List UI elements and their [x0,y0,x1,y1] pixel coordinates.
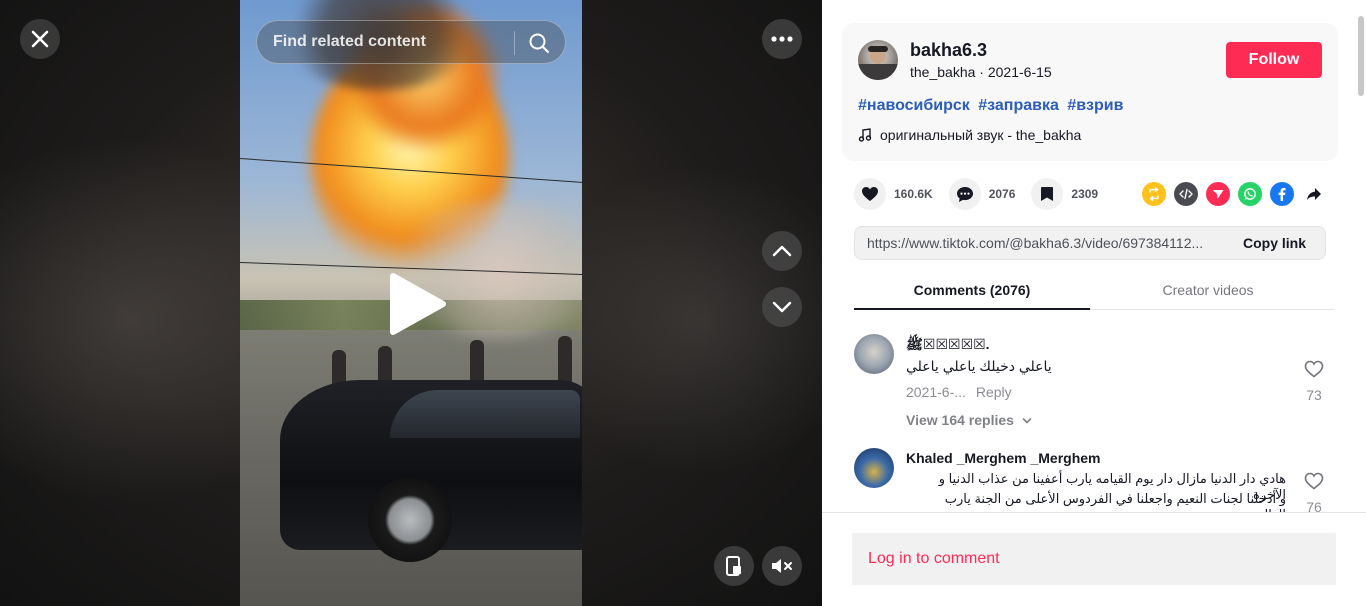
more-options-button[interactable] [762,19,802,59]
comment-icon [956,186,973,202]
music-note-icon [858,128,872,142]
video-stage [0,0,822,606]
repost-button[interactable] [1142,182,1166,206]
commenter-avatar[interactable] [854,334,894,374]
subline-separator: · [975,64,988,80]
chevron-down-icon [772,301,792,313]
tab-comments[interactable]: Comments (2076) [854,270,1090,310]
heart-outline-icon [1304,360,1324,378]
search-divider [514,31,515,55]
mute-button[interactable] [762,546,802,586]
comment-date: 2021-6-... [906,384,966,400]
embed-icon [1179,188,1193,200]
view-replies-button[interactable]: View 164 replies [906,412,1032,428]
hashtag-link[interactable]: #навосибирск [858,97,970,114]
copy-link-button[interactable]: Copy link [1243,235,1306,251]
follow-button[interactable]: Follow [1226,42,1322,78]
details-panel: bakha6.3 the_bakha · 2021-6-15 Follow #н… [822,0,1366,606]
share-arrow-icon [1307,188,1321,200]
comment-text: ياعلي دخيلك ياعلي ياعلي [906,358,1052,374]
floating-player-icon [726,556,741,576]
like-icon-wrap [854,178,886,210]
author-username[interactable]: bakha6.3 [910,40,987,61]
comment-count: 2076 [988,187,1016,201]
send-to-friends-button[interactable] [1206,182,1230,206]
commenter-name[interactable]: ﷺ⁩☒☒☒☒☒. [906,336,990,356]
close-icon [31,30,49,48]
comment-like[interactable]: 76 [1302,472,1326,512]
favorite-button[interactable]: 2309 [1031,178,1098,210]
commenter-name[interactable]: Khaled _Merghem _Merghem [906,450,1101,466]
panel-tabs: Comments (2076) Creator videos [854,270,1334,310]
facebook-icon [1278,188,1286,201]
facebook-share-button[interactable] [1270,182,1294,206]
running-person [558,336,572,386]
engagement-bar: 160.6K 2076 2309 [854,176,1114,212]
view-replies-label: View 164 replies [906,412,1014,428]
video-info-card: bakha6.3 the_bakha · 2021-6-15 Follow #н… [842,23,1338,161]
search-icon [529,33,549,53]
share-buttons [1142,182,1326,206]
avatar-image [858,46,898,80]
search-input[interactable] [273,33,503,51]
whatsapp-share-button[interactable] [1238,182,1262,206]
reply-button[interactable]: Reply [976,384,1012,400]
like-button[interactable]: 160.6K [854,178,933,210]
car-wheel [368,478,452,562]
picture-in-picture-button[interactable] [714,546,754,586]
video-link-box: https://www.tiktok.com/@bakha6.3/video/6… [854,226,1326,260]
heart-icon [862,187,878,201]
comment-icon-wrap [948,178,981,210]
save-count: 2309 [1071,187,1099,201]
close-button[interactable] [20,19,60,59]
heart-outline-icon [1304,472,1324,490]
music-title: оригинальный звук - the_bakha [880,127,1082,143]
comment-button[interactable]: 2076 [948,178,1016,210]
comment-item: ﷺ⁩☒☒☒☒☒. ياعلي دخيلك ياعلي ياعلي 2021-6-… [854,334,1334,434]
author-avatar[interactable] [858,40,898,80]
author-handle[interactable]: the_bakha [910,64,975,80]
hashtag-link[interactable]: #заправка [978,97,1059,114]
repost-icon [1149,187,1159,201]
comment-meta: 2021-6-... Reply [906,384,1018,400]
play-icon[interactable] [387,272,447,336]
comment-like[interactable]: 73 [1302,360,1326,403]
author-subline: the_bakha · 2021-6-15 [910,64,1052,80]
search-bar [256,20,566,64]
send-icon [1212,190,1224,199]
commenter-avatar[interactable] [854,448,894,488]
more-icon [771,36,793,42]
tab-creator-videos[interactable]: Creator videos [1090,270,1326,310]
panel-scrollbar[interactable] [1358,16,1364,96]
search-button[interactable] [525,30,553,56]
bookmark-icon-wrap [1031,178,1064,210]
whatsapp-icon [1244,188,1256,200]
comment-item: Khaled _Merghem _Merghem هادي دار الدنيا… [854,448,1334,512]
car-window [390,390,580,438]
embed-button[interactable] [1174,182,1198,206]
video-url[interactable]: https://www.tiktok.com/@bakha6.3/video/6… [855,235,1227,251]
comment-list[interactable]: ﷺ⁩☒☒☒☒☒. ياعلي دخيلك ياعلي ياعلي 2021-6-… [822,312,1366,512]
music-link[interactable]: оригинальный звук - the_bakha [858,127,1081,143]
previous-video-button[interactable] [762,231,802,271]
post-date: 2021-6-15 [987,64,1052,80]
hashtag-list: #навосибирск #заправка #взрив [858,97,1127,115]
chevron-up-icon [772,245,792,257]
hashtag-link[interactable]: #взрив [1067,97,1123,114]
login-to-comment-button[interactable]: Log in to comment [852,533,1336,585]
next-video-button[interactable] [762,287,802,327]
comment-text-line-2: و أدخلنا لجنات النعيم واجعلنا في الفردوس… [944,491,1286,512]
comment-input-divider [822,512,1366,513]
chevron-down-icon [1022,418,1032,424]
bookmark-icon [1041,187,1054,201]
comment-like-count: 76 [1306,499,1322,512]
like-count: 160.6K [894,187,933,201]
volume-muted-icon [772,559,792,573]
comment-like-count: 73 [1306,387,1322,403]
more-share-button[interactable] [1302,182,1326,206]
